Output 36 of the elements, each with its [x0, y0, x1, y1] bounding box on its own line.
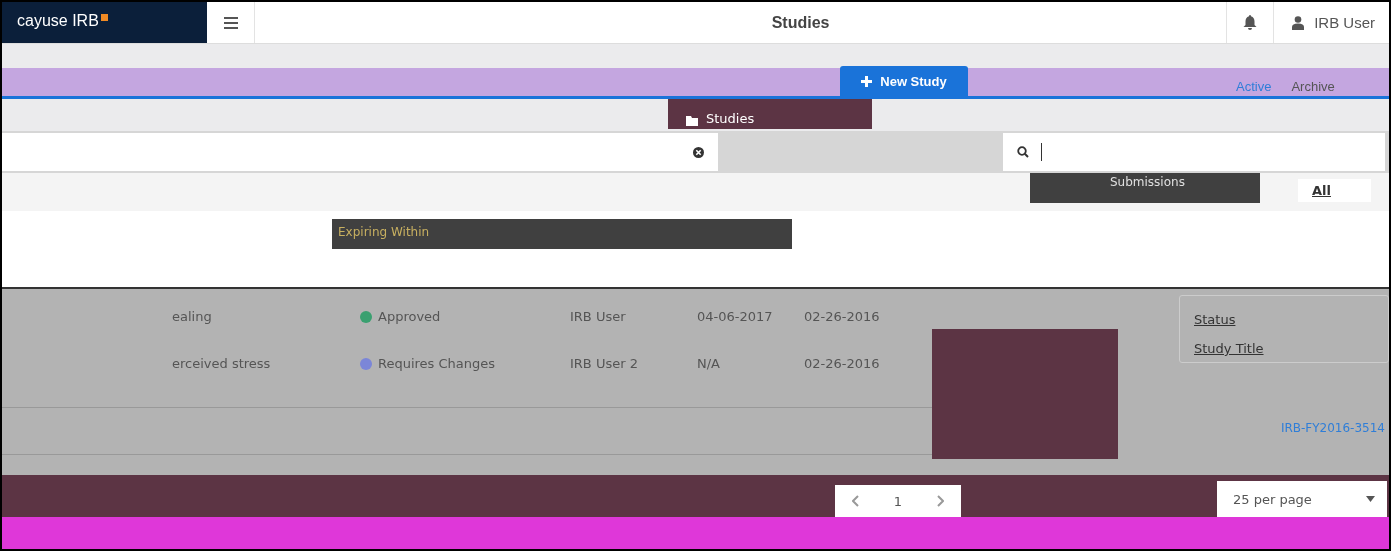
- plus-icon: [861, 75, 873, 87]
- notifications-button[interactable]: [1226, 2, 1275, 43]
- status-text: Approved: [378, 309, 441, 324]
- next-icon[interactable]: [936, 495, 945, 507]
- bell-icon: [1243, 15, 1258, 30]
- nav-item[interactable]: Studies: [668, 99, 872, 129]
- study-title: erceived stress: [172, 356, 272, 371]
- menu-icon: [223, 16, 238, 29]
- table-cell-text: IRB User 2: [570, 356, 639, 371]
- filter-field[interactable]: [2, 133, 718, 171]
- sort-option[interactable]: Status: [1194, 312, 1388, 327]
- previous-icon[interactable]: [851, 495, 860, 507]
- table-cell-text: IRB User: [570, 309, 627, 324]
- caret-icon: [1366, 496, 1375, 502]
- table-cell-text: 02-26-2016: [804, 356, 881, 371]
- status-tab[interactable]: Archive: [1291, 79, 1335, 96]
- folder-icon: [686, 116, 698, 126]
- status-text: Requires Changes: [378, 356, 496, 371]
- study-title: ealing: [172, 309, 213, 324]
- person-icon: [1292, 15, 1305, 30]
- expiring-label: Expiring Within: [332, 219, 792, 249]
- search-field[interactable]: [1003, 133, 1385, 171]
- submissions-label: Submissions: [1030, 173, 1260, 203]
- page-number[interactable]: 1: [893, 493, 903, 509]
- app-logo[interactable]: cayuse IRB: [2, 2, 207, 43]
- clear-icon[interactable]: [693, 146, 704, 158]
- page-title: Studies: [771, 13, 830, 32]
- sort-option[interactable]: Study Title: [1194, 341, 1388, 356]
- search-icon: [1017, 146, 1029, 158]
- per-page-select[interactable]: 25 per page: [1217, 481, 1387, 517]
- table-cell-text: 02-26-2016: [804, 309, 881, 324]
- new-study-button[interactable]: New Study: [840, 66, 968, 96]
- all-link[interactable]: All: [1298, 179, 1371, 202]
- table-cell-text: 04-06-2017: [697, 309, 774, 324]
- table-cell-text: N/A: [697, 356, 721, 371]
- square-icon: [100, 14, 108, 21]
